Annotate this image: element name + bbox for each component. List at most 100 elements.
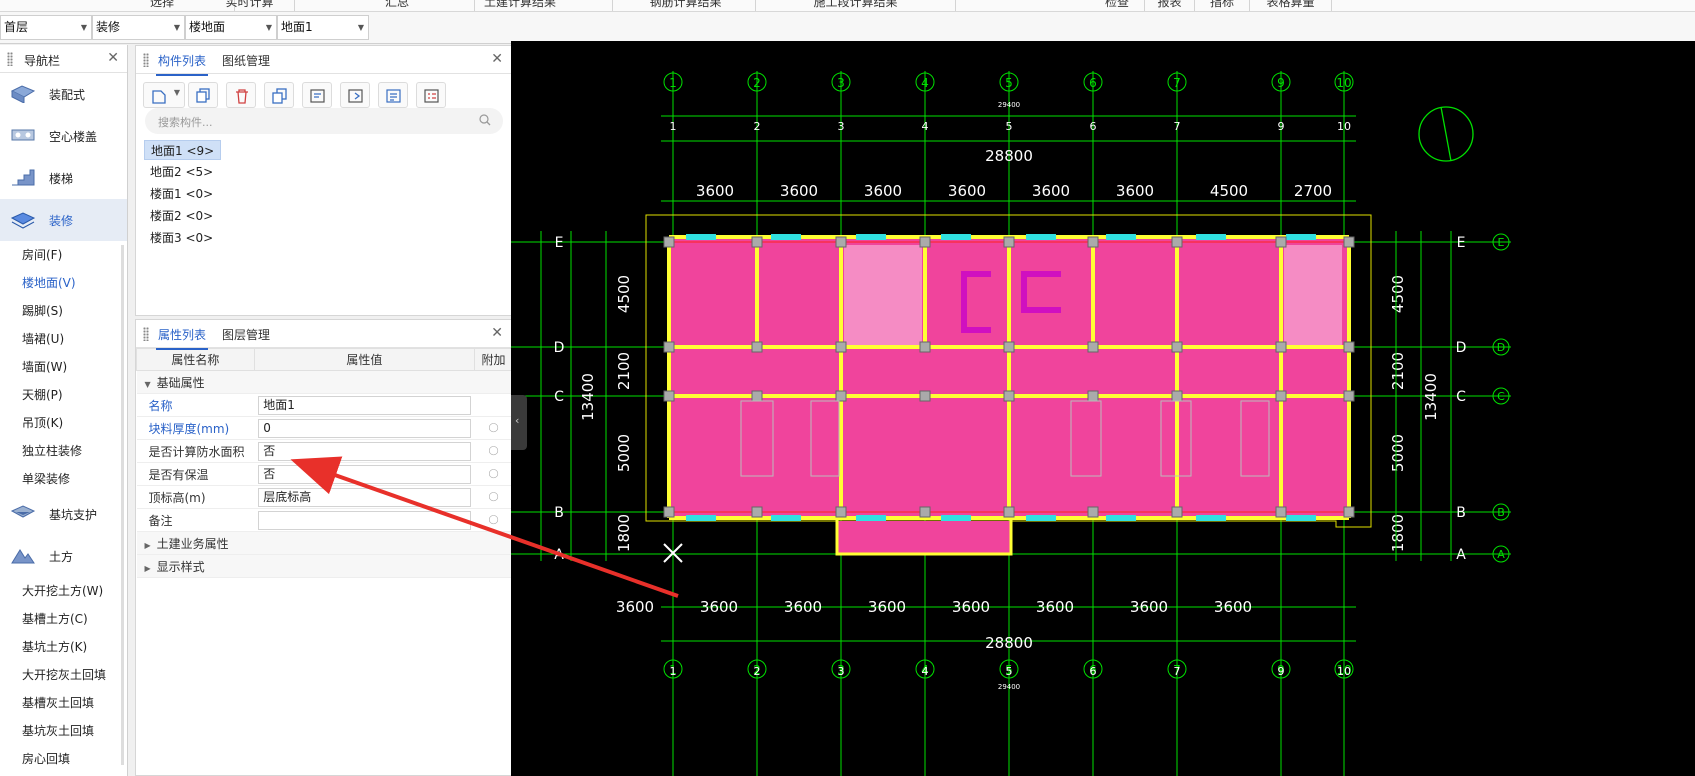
nav-item[interactable]: 墙裙(U): [0, 325, 127, 353]
nav-category[interactable]: 空心楼盖: [0, 115, 127, 157]
drag-grip-icon[interactable]: [7, 52, 13, 66]
cad-drawing-canvas[interactable]: 1 1 2 2 3 3 4 4 5 5 6 6 7 7 9 9 10 10 1 1 2 2 3 3 4 4 5 5 6 6 7 7 9 9 10 10…: [511, 41, 1695, 776]
nav-category[interactable]: 楼梯: [0, 157, 127, 199]
collapse-panel-handle[interactable]: ‹: [511, 395, 527, 450]
nav-item[interactable]: 独立柱装修: [0, 437, 127, 465]
import-button[interactable]: [302, 82, 332, 108]
nav-category-label: 装配式: [49, 88, 86, 102]
export-button[interactable]: [340, 82, 370, 108]
column: [1087, 341, 1099, 353]
radio-dot-icon[interactable]: ◯: [489, 515, 499, 525]
pit-support-icon: [10, 505, 36, 518]
axis-number: 10: [1337, 120, 1351, 133]
column: [1343, 341, 1355, 353]
nav-item[interactable]: 基槽灰土回填: [0, 689, 127, 717]
duplicate-floor-button[interactable]: [264, 82, 294, 108]
tab-layer-management[interactable]: 图层管理: [222, 326, 270, 343]
close-icon[interactable]: ✕: [107, 50, 119, 66]
component-list-item[interactable]: 楼面1 <0>: [144, 184, 219, 204]
nav-item[interactable]: 房心回填: [0, 745, 127, 773]
group-display-style[interactable]: ▶ 显示样式: [136, 554, 513, 578]
category-select[interactable]: 装修 ▼: [92, 15, 185, 40]
floor-select[interactable]: 首层 ▼: [0, 15, 92, 40]
axis-number: 2: [754, 120, 761, 133]
chevron-down-icon: ▼: [173, 88, 180, 97]
axis-number-bottom: 4: [922, 665, 929, 678]
copy-button[interactable]: [188, 82, 218, 108]
nav-item[interactable]: 墙面(W): [0, 353, 127, 381]
nav-item[interactable]: 吊顶(K): [0, 409, 127, 437]
ribbon-tab[interactable]: 报表: [1145, 0, 1195, 11]
close-icon[interactable]: ✕: [491, 51, 503, 67]
close-icon[interactable]: ✕: [491, 325, 503, 341]
nav-item[interactable]: 楼地面(V): [0, 269, 127, 297]
list-icon: [386, 89, 401, 103]
property-panel: 属性列表 图层管理 ✕ 属性名称 属性值 附加 ▼ 基础属性 名称 地面1 块料厚度(m…: [135, 319, 513, 776]
axis-number-bottom: 2: [754, 665, 761, 678]
nav-item[interactable]: 单梁装修: [0, 465, 127, 493]
axis-letter: D: [1497, 341, 1505, 354]
component-list-item[interactable]: 楼面3 <0>: [144, 228, 219, 248]
property-value-input[interactable]: [258, 510, 471, 530]
drag-grip-icon[interactable]: [143, 327, 149, 341]
radio-dot-icon[interactable]: ◯: [489, 446, 499, 456]
property-value-input[interactable]: 0: [258, 418, 471, 438]
ribbon-tab[interactable]: 实时计算: [205, 0, 295, 11]
ribbon: 选择 实时计算 汇总 土建计算结果 钢筋计算结果 施工段计算结果 检查 报表 指标 表格算量: [0, 0, 1695, 12]
tab-component-list[interactable]: 构件列表: [155, 52, 209, 76]
filter-button[interactable]: [378, 82, 408, 108]
property-value-input[interactable]: 地面1: [258, 395, 471, 415]
ribbon-tab[interactable]: 表格算量: [1250, 0, 1332, 11]
nav-item[interactable]: 房间(F): [0, 241, 127, 269]
ribbon-tab[interactable]: 检查: [1090, 0, 1145, 11]
nav-item[interactable]: 大开挖土方(W): [0, 577, 127, 605]
axis-number-bottom: 5: [1006, 665, 1013, 678]
radio-dot-icon[interactable]: ◯: [489, 492, 499, 502]
ribbon-tab[interactable]: 钢筋计算结果: [616, 0, 756, 11]
component-list-item[interactable]: 楼面2 <0>: [144, 206, 219, 226]
property-value-input[interactable]: 否: [258, 441, 471, 461]
component-list-item[interactable]: 地面1 <9>: [144, 140, 222, 160]
ribbon-tab[interactable]: 指标: [1195, 0, 1250, 11]
span-dimension-left: 4500: [615, 275, 633, 313]
nav-scrollbar[interactable]: [121, 245, 124, 765]
nav-item[interactable]: 基坑土方(K): [0, 633, 127, 661]
drag-grip-icon[interactable]: [143, 53, 149, 67]
type-select[interactable]: 楼地面 ▼: [185, 15, 277, 40]
component-list-item[interactable]: 地面2 <5>: [144, 162, 219, 182]
nav-category[interactable]: 装配式: [0, 73, 127, 115]
group-basic-properties[interactable]: ▼ 基础属性: [136, 370, 513, 394]
new-component-button[interactable]: ▼: [143, 82, 185, 108]
span-dimension-top: 3600: [780, 182, 818, 200]
property-value-input[interactable]: 否: [258, 464, 471, 484]
ribbon-tab[interactable]: 施工段计算结果: [756, 0, 956, 11]
nav-category[interactable]: 装修: [0, 199, 127, 241]
column: [835, 506, 847, 518]
nav-category[interactable]: 土方: [0, 535, 127, 577]
settings-button[interactable]: [416, 82, 446, 108]
nav-item[interactable]: 踢脚(S): [0, 297, 127, 325]
nav-category[interactable]: 基坑支护: [0, 493, 127, 535]
hollow-floor-icon: [11, 129, 35, 141]
floor-plan-drawing[interactable]: 1122334455667799101011223344556677991010…: [511, 41, 1695, 776]
tab-property-list[interactable]: 属性列表: [155, 326, 209, 350]
nav-item[interactable]: 大开挖灰土回填: [0, 661, 127, 689]
component-search-input[interactable]: 搜索构件...: [145, 108, 503, 134]
ribbon-tab[interactable]: 土建计算结果: [428, 0, 613, 11]
axis-number: 10: [1336, 76, 1351, 90]
chevron-left-icon: ‹: [515, 414, 520, 427]
nav-item[interactable]: 基槽土方(C): [0, 605, 127, 633]
group-civil-properties[interactable]: ▶ 土建业务属性: [136, 531, 513, 555]
delete-button[interactable]: [226, 82, 256, 108]
axis-number: 6: [1089, 76, 1097, 90]
column: [1275, 341, 1287, 353]
component-tabs: 构件列表 图纸管理 ✕: [136, 46, 511, 76]
nav-item[interactable]: 天棚(P): [0, 381, 127, 409]
nav-item[interactable]: 基坑灰土回填: [0, 717, 127, 745]
property-value-input[interactable]: 层底标高: [258, 487, 471, 507]
radio-dot-icon[interactable]: ◯: [489, 469, 499, 479]
component-select[interactable]: 地面1 ▼: [277, 15, 369, 40]
radio-dot-icon[interactable]: ◯: [489, 423, 499, 433]
collapse-triangle-icon: ▼: [144, 379, 151, 389]
tab-drawing-management[interactable]: 图纸管理: [222, 52, 270, 69]
